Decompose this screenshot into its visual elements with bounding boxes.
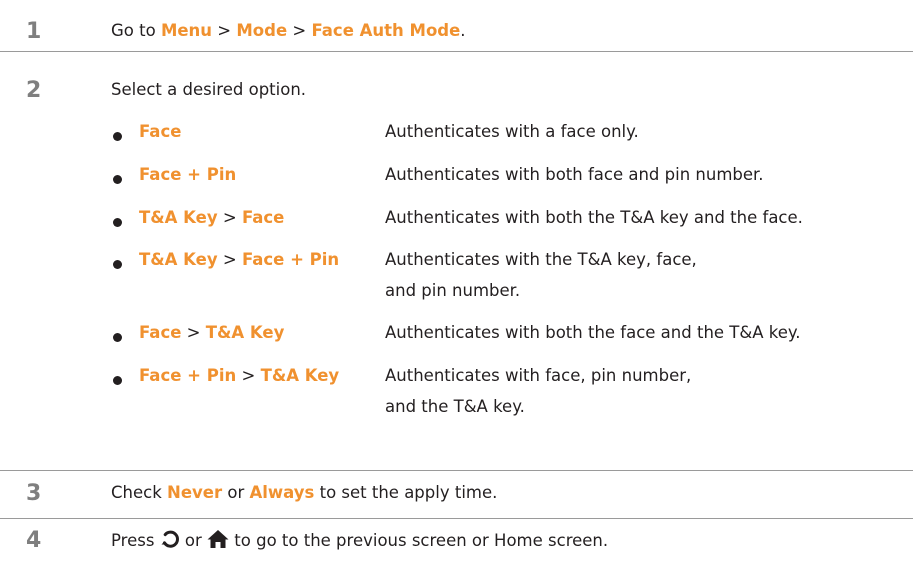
bullet-icon bbox=[113, 132, 122, 141]
step-number: 1 bbox=[26, 19, 42, 44]
home-icon bbox=[207, 530, 229, 548]
step-number: 3 bbox=[26, 481, 42, 506]
face-auth-mode-label: Face Auth Mode bbox=[311, 21, 461, 40]
option-description: Authenticates with both the face and the… bbox=[385, 323, 801, 342]
option-description: Authenticates with both face and pin num… bbox=[385, 165, 764, 184]
option-description: Authenticates with the T&A key, face, an… bbox=[385, 250, 697, 300]
bullet-icon bbox=[113, 218, 122, 227]
option-name: Face + Pin > T&A Key bbox=[139, 366, 340, 385]
option-name: Face + Pin bbox=[139, 165, 237, 184]
option-description: Authenticates with both the T&A key and … bbox=[385, 208, 803, 227]
bullet-icon bbox=[113, 260, 122, 269]
step-1-text: Go to Menu > Mode > Face Auth Mode. bbox=[111, 21, 466, 40]
bullet-icon bbox=[113, 175, 122, 184]
step-number: 4 bbox=[26, 528, 42, 553]
divider bbox=[0, 51, 913, 52]
option-name: Face > T&A Key bbox=[139, 323, 285, 342]
option-description: Authenticates with a face only. bbox=[385, 122, 639, 141]
always-label: Always bbox=[249, 483, 315, 502]
step-number: 2 bbox=[26, 78, 42, 103]
option-name: Face bbox=[139, 122, 182, 141]
step-4-text: Press or to go to the previous screen or… bbox=[111, 530, 609, 550]
bullet-icon bbox=[113, 376, 122, 385]
divider bbox=[0, 470, 913, 471]
mode-label: Mode bbox=[236, 21, 288, 40]
option-description: Authenticates with face, pin number, and… bbox=[385, 366, 692, 416]
divider bbox=[0, 518, 913, 519]
option-name: T&A Key > Face + Pin bbox=[139, 250, 340, 269]
never-label: Never bbox=[167, 483, 223, 502]
option-name: T&A Key > Face bbox=[139, 208, 285, 227]
step-2-text: Select a desired option. bbox=[111, 80, 307, 99]
step-3-text: Check Never or Always to set the apply t… bbox=[111, 483, 498, 502]
back-icon bbox=[161, 530, 179, 548]
bullet-icon bbox=[113, 333, 122, 342]
menu-label: Menu bbox=[160, 21, 213, 40]
